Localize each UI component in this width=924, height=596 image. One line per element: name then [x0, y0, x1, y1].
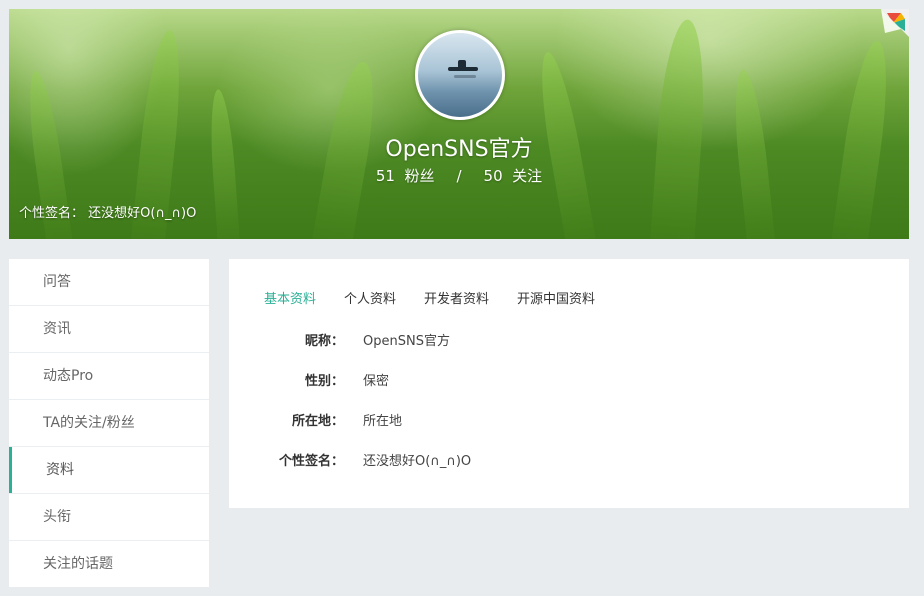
avatar[interactable]: [415, 30, 505, 120]
tab-oschina-info[interactable]: 开源中国资料: [517, 288, 595, 307]
field-label: 昵称：: [304, 334, 344, 349]
change-cover-icon[interactable]: [881, 9, 909, 37]
grass-decoration: [649, 18, 710, 239]
sidebar-item-qa[interactable]: 问答: [9, 259, 209, 306]
profile-sidebar: 问答 资讯 动态Pro TA的关注/粉丝 资料 头衔 关注的话题: [9, 259, 209, 587]
avatar-reflection: [454, 75, 476, 78]
fans-count: 51: [375, 167, 395, 185]
field-label: 性别：: [304, 374, 344, 389]
banner-signature: 个性签名： 还没想好O(∩_∩)O: [19, 202, 196, 221]
field-value: OpenSNS官方: [363, 334, 450, 349]
sidebar-item-label: 资料: [46, 462, 74, 478]
sidebar-item-label: 问答: [43, 274, 71, 290]
follow-link[interactable]: 50 关注: [484, 167, 543, 185]
sidebar-item-label: TA的关注/粉丝: [43, 415, 135, 431]
sidebar-item-label: 关注的话题: [43, 556, 113, 572]
sidebar-item-label: 头衔: [43, 509, 71, 525]
profile-tabs: 基本资料 个人资料 开发者资料 开源中国资料: [264, 288, 623, 307]
profile-banner: OpenSNS官方 51 粉丝 / 50 关注 个性签名： 还没想好O(∩_∩)O: [9, 9, 909, 239]
sidebar-item-label: 动态Pro: [43, 368, 94, 384]
sidebar-item-news[interactable]: 资讯: [9, 306, 209, 353]
follow-count: 50: [483, 167, 503, 185]
follow-label: 关注: [512, 167, 543, 185]
field-value: 还没想好O(∩_∩)O: [363, 454, 472, 469]
field-value: 保密: [363, 374, 390, 389]
sidebar-item-titles[interactable]: 头衔: [9, 494, 209, 541]
sidebar-item-follows-fans[interactable]: TA的关注/粉丝: [9, 400, 209, 447]
grass-decoration: [207, 88, 241, 239]
fans-link[interactable]: 51 粉丝: [376, 167, 435, 185]
field-label: 所在地：: [291, 414, 344, 429]
stats-separator: /: [456, 167, 462, 185]
fans-label: 粉丝: [404, 167, 435, 185]
field-value: 所在地: [363, 414, 403, 429]
sidebar-item-feed-pro[interactable]: 动态Pro: [9, 353, 209, 400]
sidebar-item-profile[interactable]: 资料: [9, 447, 209, 494]
tab-basic-info[interactable]: 基本资料: [264, 288, 316, 307]
tab-personal-info[interactable]: 个人资料: [344, 288, 396, 307]
tab-developer-info[interactable]: 开发者资料: [424, 288, 489, 307]
sidebar-item-label: 资讯: [43, 321, 71, 337]
banner-signature-label: 个性签名：: [19, 206, 85, 221]
profile-username: OpenSNS官方: [385, 137, 533, 162]
profile-stats: 51 粉丝 / 50 关注: [9, 165, 909, 186]
avatar-boat: [448, 67, 478, 71]
profile-content-panel: 基本资料 个人资料 开发者资料 开源中国资料 昵称： OpenSNS官方 性别： 保密…: [229, 259, 909, 508]
field-label: 个性签名：: [278, 454, 344, 469]
banner-signature-text: 还没想好O(∩_∩)O: [88, 206, 197, 221]
sidebar-item-followed-topics[interactable]: 关注的话题: [9, 541, 209, 587]
